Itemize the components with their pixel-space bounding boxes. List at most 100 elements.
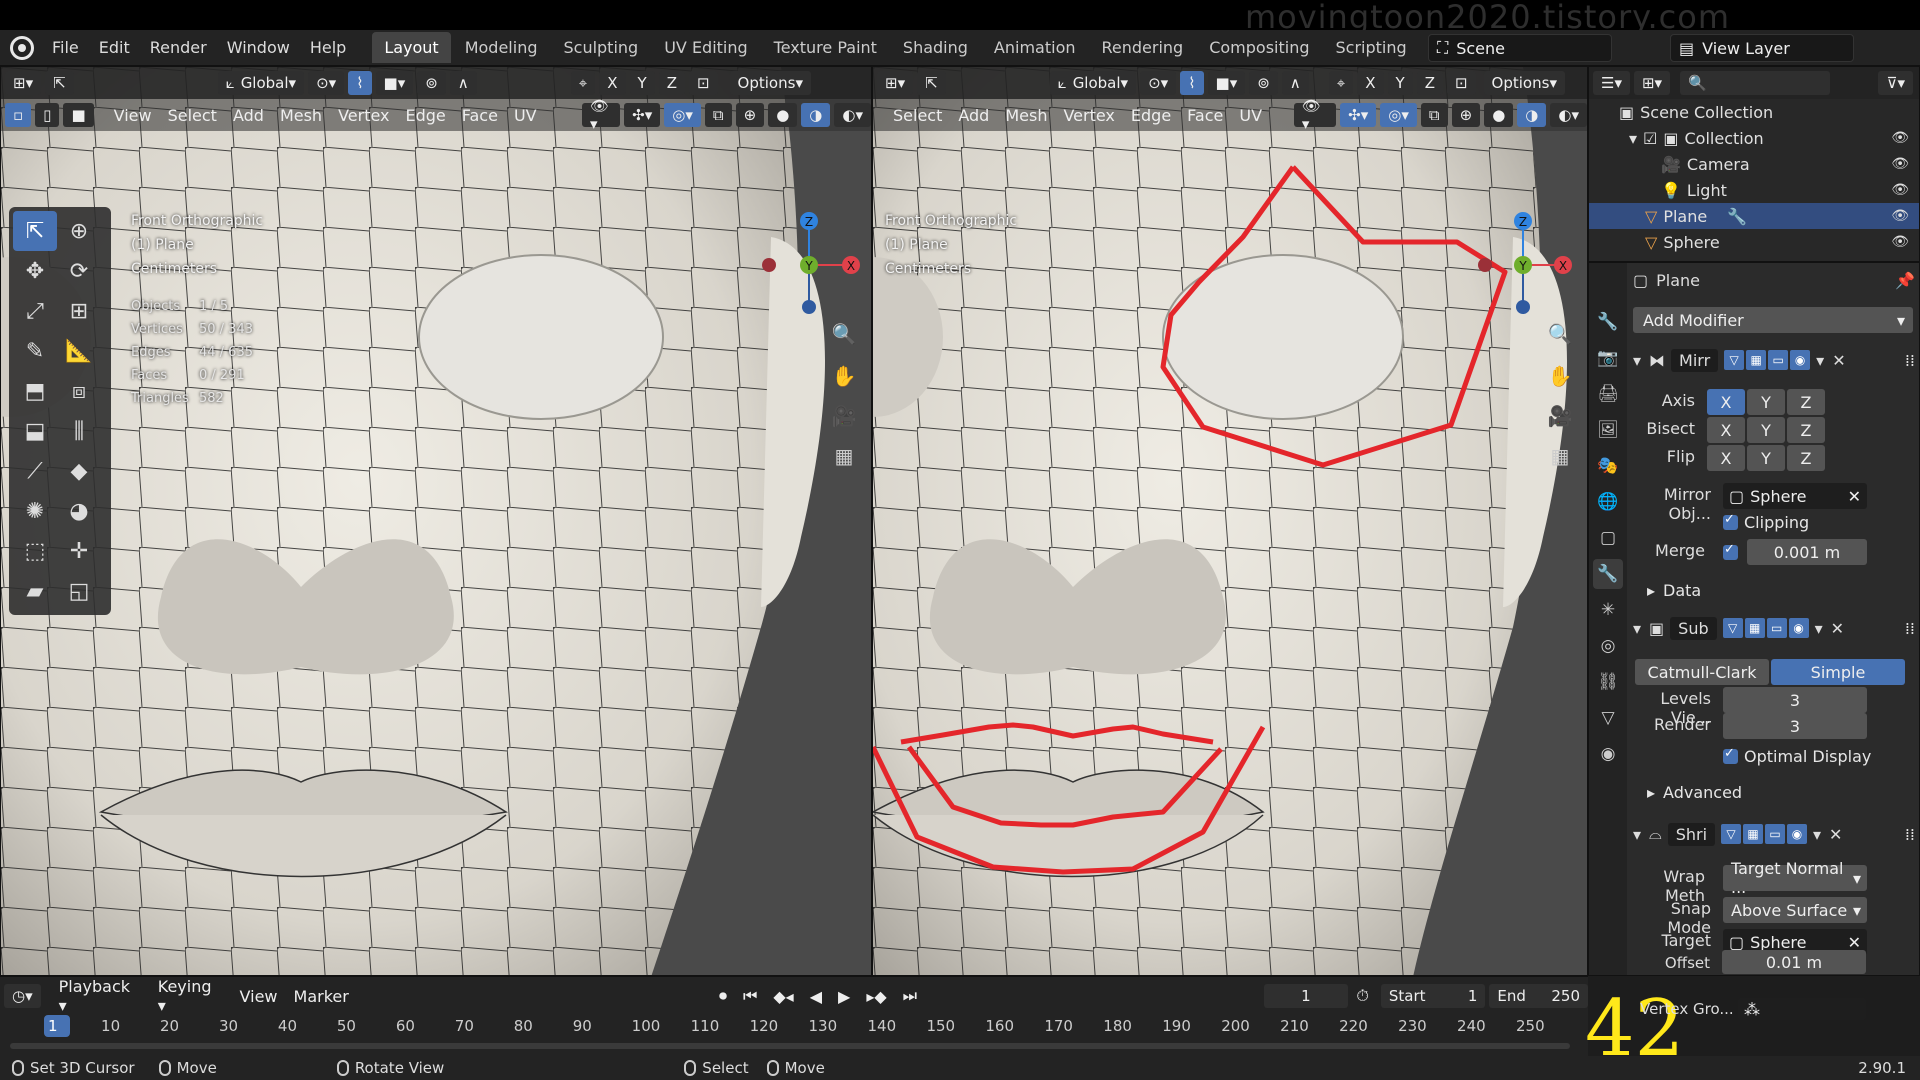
bisect-z-toggle[interactable]: Z <box>1787 417 1825 443</box>
inset-tool[interactable]: ⧈ <box>57 371 101 411</box>
collapse-icon[interactable]: ▾ <box>1633 351 1641 370</box>
shading-rendered-icon-right[interactable]: ◐▾ <box>1550 103 1587 127</box>
simple-toggle[interactable]: Simple <box>1771 659 1905 685</box>
data-tab-icon[interactable]: ▽ <box>1593 703 1623 733</box>
measure-tool[interactable]: 📐 <box>57 331 101 371</box>
options-dropdown[interactable]: Options ▾ <box>729 71 811 95</box>
shading-wireframe-icon-right[interactable]: ⊕ <box>1451 103 1481 127</box>
shrinkwrap-modifier-name[interactable]: Shri <box>1667 822 1716 846</box>
pivot-icon-right[interactable]: ⊙▾ <box>1140 71 1177 95</box>
annotate-tool[interactable]: ✎ <box>13 331 57 371</box>
snap-mode-dropdown[interactable]: Above Surface ▾ <box>1723 897 1867 923</box>
scale-tool[interactable]: ⤢ <box>13 291 57 331</box>
checkbox-icon[interactable]: ☑ <box>1643 129 1657 148</box>
menu-file[interactable]: File <box>42 38 89 57</box>
close-icon[interactable]: ✕ <box>1829 825 1842 844</box>
edge-slide-tool[interactable]: ⬚ <box>13 531 57 571</box>
material-tab-icon[interactable]: ◉ <box>1593 739 1623 769</box>
eye-icon[interactable]: 👁 <box>1891 234 1909 250</box>
particles-tab-icon[interactable]: ✳ <box>1593 595 1623 625</box>
select-mode-icon[interactable]: ⇱ <box>45 71 74 95</box>
add-modifier-dropdown[interactable]: Add Modifier ▾ <box>1633 307 1913 333</box>
edge-select-button[interactable]: ▯ <box>35 103 60 127</box>
nav-gizmo-left[interactable]: Z X Y <box>741 207 861 327</box>
xray-icon[interactable]: ⧉ <box>704 103 732 127</box>
menu-uv-right[interactable]: UV <box>1231 106 1270 125</box>
menu-uv[interactable]: UV <box>506 106 545 125</box>
object-tab-icon[interactable]: ▢ <box>1593 523 1623 553</box>
viewport-left[interactable]: ⊞▾ ⇱ ⟀ Global ▾ ⊙▾ ⌇ ■▾ ⊚ ∧ ⌖ X Y Z ⊡ Opt… <box>0 66 872 976</box>
constraints-tab-icon[interactable]: ⛓ <box>1593 667 1623 697</box>
offset-field[interactable]: 0.01 m <box>1722 950 1866 974</box>
tab-uv-editing[interactable]: UV Editing <box>652 32 759 63</box>
bisect-y-toggle[interactable]: Y <box>1747 417 1785 443</box>
snap-target-icon-right[interactable]: ■▾ <box>1207 71 1246 95</box>
menu-select-right[interactable]: Select <box>885 106 950 125</box>
output-tab-icon[interactable]: 🖨 <box>1593 379 1623 409</box>
spin-tool[interactable]: ✺ <box>13 491 57 531</box>
flip-z-toggle[interactable]: Z <box>1787 445 1825 471</box>
outliner-search-input[interactable]: 🔍 <box>1680 71 1831 95</box>
expand-icon[interactable]: ▾ <box>1629 129 1637 148</box>
tab-compositing[interactable]: Compositing <box>1197 32 1321 63</box>
render-display-icon[interactable]: ◉ <box>1787 824 1808 844</box>
drag-handle-icon[interactable]: ⁞⁞ <box>1905 825 1915 844</box>
menu-add[interactable]: Add <box>225 106 272 125</box>
menu-view[interactable]: View <box>106 106 160 125</box>
menu-edge[interactable]: Edge <box>398 106 454 125</box>
clipping-checkbox[interactable]: Clipping <box>1723 512 1809 532</box>
rotate-tool[interactable]: ⟳ <box>57 251 101 291</box>
subsurf-modifier-name[interactable]: Sub <box>1670 616 1717 640</box>
tool-tab-icon[interactable]: 🔧 <box>1593 307 1623 337</box>
vertex-select-button[interactable]: ▫ <box>5 103 32 127</box>
poly-build-tool[interactable]: ◆ <box>57 451 101 491</box>
snap-icon[interactable]: ⌇ <box>348 71 372 95</box>
viewport-display-icon[interactable]: ▭ <box>1765 824 1786 844</box>
mirror-y-button-right[interactable]: Y <box>1387 71 1413 95</box>
render-display-icon[interactable]: ◉ <box>1790 350 1811 370</box>
tab-texture-paint[interactable]: Texture Paint <box>762 32 889 63</box>
gizmo-icon[interactable]: ✣▾ <box>624 103 661 127</box>
mirror-y-button[interactable]: Y <box>629 71 655 95</box>
eye-icon[interactable]: 👁 <box>1891 182 1909 198</box>
menu-mesh[interactable]: Mesh <box>272 106 330 125</box>
menu-help[interactable]: Help <box>300 38 356 57</box>
visibility-icon-right[interactable]: 👁▾ <box>1293 97 1337 133</box>
menu-vertex[interactable]: Vertex <box>330 106 397 125</box>
levels-viewport-field[interactable]: 3 <box>1723 687 1867 713</box>
view-layer-tab-icon[interactable]: 🖼 <box>1593 415 1623 445</box>
collapse-icon[interactable]: ▾ <box>1633 619 1641 638</box>
select-box-tool[interactable]: ⇱ <box>13 211 57 251</box>
outliner-editor-type-button[interactable]: ☰▾ <box>1593 71 1630 95</box>
snap-target-icon[interactable]: ■▾ <box>375 71 414 95</box>
transform-orientation-dropdown[interactable]: ⟀ Global ▾ <box>217 71 305 95</box>
pivot-icon[interactable]: ⊙▾ <box>308 71 345 95</box>
physics-tab-icon[interactable]: ◎ <box>1593 631 1623 661</box>
pin-icon[interactable]: 📌 <box>1895 271 1915 290</box>
display-mode-button[interactable]: ⊞▾ <box>1633 71 1671 95</box>
editor-type-button-right[interactable]: ⊞▾ <box>877 71 914 95</box>
proportional-edit-icon[interactable]: ⊚ <box>417 71 446 95</box>
tab-sculpting[interactable]: Sculpting <box>551 32 650 63</box>
mirror-modifier-header[interactable]: ▾ ⧓ Mirr ▽ ▦ ▭ ◉ ▾ ✕ ⁞⁞ <box>1633 345 1915 375</box>
close-icon[interactable]: ✕ <box>1831 619 1844 638</box>
bisect-x-toggle[interactable]: X <box>1707 417 1745 443</box>
timeline-scrollbar[interactable] <box>10 1043 1570 1049</box>
viewport-display-icon[interactable]: ▭ <box>1768 350 1789 370</box>
camera-view-icon-right[interactable]: 🎥 <box>1545 401 1575 431</box>
axis-z-toggle[interactable]: Z <box>1787 389 1825 415</box>
camera-view-icon[interactable]: 🎥 <box>829 401 859 431</box>
mirror-modifier-name[interactable]: Mirr <box>1671 348 1719 372</box>
shading-solid-icon[interactable]: ● <box>768 103 798 127</box>
world-tab-icon[interactable]: 🌐 <box>1593 487 1623 517</box>
menu-add-right[interactable]: Add <box>950 106 997 125</box>
outliner-row-collection[interactable]: ▾ ☑ ▣ Collection 👁 <box>1589 125 1919 151</box>
edit-cage-icon[interactable]: ▽ <box>1722 618 1743 638</box>
collapse-icon[interactable]: ▾ <box>1633 825 1641 844</box>
menu-mesh-right[interactable]: Mesh <box>997 106 1055 125</box>
eye-icon[interactable]: 👁 <box>1891 130 1909 146</box>
view-layer-selector[interactable]: ▤ View Layer <box>1670 34 1854 62</box>
move-tool[interactable]: ✥ <box>13 251 57 291</box>
editor-type-button[interactable]: ⊞▾ <box>5 71 42 95</box>
rip-tool[interactable]: ◱ <box>57 571 101 611</box>
